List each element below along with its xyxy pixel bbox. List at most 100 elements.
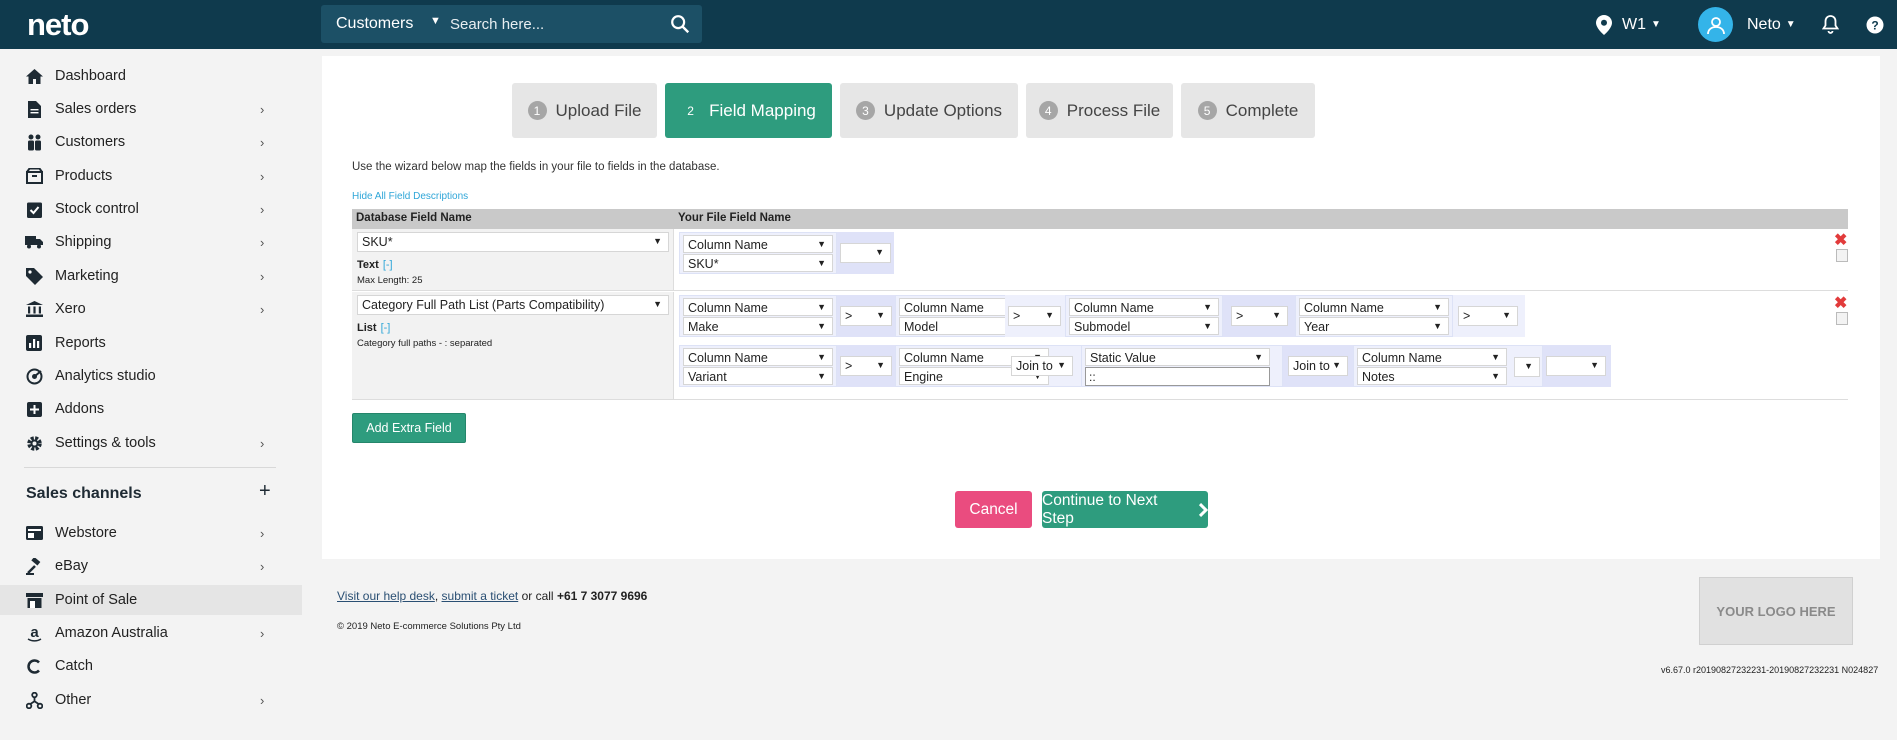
sidebar-item-label: Xero — [55, 301, 86, 317]
sidebar-item-ebay[interactable]: eBay › — [0, 551, 302, 581]
cancel-button[interactable]: Cancel — [955, 491, 1032, 528]
step-number: 2 — [687, 103, 694, 118]
submit-ticket-link[interactable]: submit a ticket — [442, 589, 519, 603]
sidebar-item-label: Sales orders — [55, 101, 137, 117]
column-group-make: Column Name ▼ Make ▼ — [679, 295, 837, 337]
database-field-cell: Category Full Path List (Parts Compatibi… — [352, 292, 674, 399]
copy-row-icon[interactable] — [1836, 312, 1848, 325]
separator-select[interactable]: > ▼ — [840, 306, 892, 326]
sidebar-item-catch[interactable]: Catch — [0, 651, 302, 681]
step-label: Update Options — [883, 100, 1003, 120]
separator-select[interactable]: ▼ — [840, 243, 891, 263]
step-update-options[interactable]: 3 Update Options — [840, 83, 1018, 138]
sidebar-item-label: Marketing — [55, 268, 119, 284]
join-select[interactable]: Join to ▼ — [1011, 356, 1073, 376]
delete-row-icon[interactable]: ✖ — [1834, 293, 1847, 313]
column-value-select[interactable]: Notes ▼ — [1357, 367, 1507, 385]
sidebar-item-xero[interactable]: Xero › — [0, 294, 302, 324]
sidebar-item-amazon-australia[interactable]: a Amazon Australia › — [0, 618, 302, 648]
step-label: Process File — [1066, 100, 1161, 120]
separator-group: ▼ — [1543, 345, 1611, 387]
search-icon[interactable] — [668, 13, 692, 35]
chevron-right-icon: › — [260, 435, 265, 451]
sidebar-item-label: Point of Sale — [55, 592, 138, 608]
sidebar-item-addons[interactable]: Addons — [0, 394, 302, 424]
help-desk-link[interactable]: Visit our help desk — [337, 589, 435, 603]
column-type-select[interactable]: Column Name▼ — [683, 298, 833, 316]
step-upload-file[interactable]: 1 Upload File — [512, 83, 657, 138]
neto-logo[interactable]: neto — [27, 7, 89, 43]
static-type-select[interactable]: Static Value ▼ — [1085, 348, 1270, 366]
step-number: 3 — [855, 101, 875, 120]
toggle-description-link[interactable]: [-] — [383, 259, 393, 271]
sidebar-item-analytics-studio[interactable]: Analytics studio — [0, 361, 302, 391]
sidebar-item-label: Catch — [55, 658, 93, 674]
static-value-input[interactable]: :: — [1085, 367, 1270, 386]
separator-select[interactable]: > ▼ — [840, 356, 892, 376]
sidebar-item-products[interactable]: Products › — [0, 161, 302, 191]
static-value-group: Static Value ▼ :: — [1081, 345, 1283, 387]
column-type-select[interactable]: Column Name▼ — [1069, 298, 1219, 316]
add-channel-plus-icon[interactable]: + — [259, 480, 271, 503]
hide-field-descriptions-link[interactable]: Hide All Field Descriptions — [352, 191, 468, 202]
sidebar-item-dashboard[interactable]: Dashboard — [0, 61, 302, 91]
database-field-select[interactable]: SKU* ▼ — [357, 232, 669, 252]
sidebar-item-point-of-sale[interactable]: Point of Sale — [0, 585, 302, 615]
chevron-down-icon[interactable]: ▼ — [430, 15, 441, 27]
location-selector[interactable]: W1 ▼ — [1596, 0, 1661, 49]
sidebar-item-other[interactable]: Other › — [0, 685, 302, 715]
sidebar-item-label: Dashboard — [55, 68, 126, 84]
sidebar-item-shipping[interactable]: Shipping › — [0, 227, 302, 257]
search-bar: Customers ▼ — [321, 5, 702, 43]
sidebar-item-webstore[interactable]: Webstore › — [0, 518, 302, 548]
database-field-select[interactable]: Category Full Path List (Parts Compatibi… — [357, 295, 669, 315]
user-menu[interactable]: Neto ▼ — [1698, 0, 1796, 49]
sidebar-item-marketing[interactable]: Marketing › — [0, 261, 302, 291]
step-process-file[interactable]: 4 Process File — [1026, 83, 1173, 138]
separator-select[interactable]: > ▼ — [1458, 306, 1518, 326]
notifications-button[interactable] — [1822, 0, 1839, 49]
footer-help: Visit our help desk, submit a ticket or … — [337, 589, 648, 603]
sidebar-item-settings-tools[interactable]: Settings & tools › — [0, 428, 302, 458]
help-button[interactable]: ? — [1866, 0, 1884, 49]
column-type-select[interactable]: Column Name▼ — [683, 348, 833, 366]
continue-next-step-button[interactable]: Continue to Next Step — [1042, 491, 1208, 528]
search-input[interactable] — [450, 9, 650, 39]
separator-select[interactable]: ▼ — [1514, 357, 1540, 377]
search-scope-select[interactable]: Customers — [336, 15, 413, 33]
column-type-select[interactable]: Column Name▼ — [1299, 298, 1449, 316]
chevron-right-icon: › — [260, 134, 265, 150]
column-value-select[interactable]: Variant ▼ — [683, 367, 833, 385]
bank-icon — [25, 300, 43, 318]
step-complete[interactable]: 5 Complete — [1181, 83, 1315, 138]
copy-row-icon[interactable] — [1836, 249, 1848, 262]
column-value-select[interactable]: Make ▼ — [683, 317, 833, 335]
delete-row-icon[interactable]: ✖ — [1834, 230, 1847, 250]
step-label: Upload File — [555, 100, 642, 120]
field-mapping-table: Database Field Name Your File Field Name… — [352, 209, 1848, 400]
sidebar-item-stock-control[interactable]: Stock control › — [0, 194, 302, 224]
box-icon — [25, 167, 43, 185]
column-type-select[interactable]: Column Name▼ — [1357, 348, 1507, 366]
step-field-mapping[interactable]: 2 Field Mapping — [665, 83, 832, 138]
add-extra-field-button[interactable]: Add Extra Field — [352, 413, 466, 443]
sidebar: Dashboard Sales orders › Customers › Pro… — [0, 49, 302, 740]
column-value-select[interactable]: Year ▼ — [1299, 317, 1449, 335]
truck-icon — [25, 233, 43, 251]
sidebar-item-reports[interactable]: Reports — [0, 328, 302, 358]
separator-select[interactable]: > ▼ — [1231, 306, 1288, 326]
chevron-right-icon: › — [260, 234, 265, 250]
column-group-variant: Column Name ▼ Variant ▼ — [679, 345, 837, 387]
join-select[interactable]: Join to ▼ — [1288, 356, 1348, 376]
column-value-select[interactable]: SKU* ▼ — [683, 254, 833, 272]
map-pin-icon — [1596, 14, 1612, 35]
column-value-select[interactable]: Submodel ▼ — [1069, 317, 1219, 335]
separator-select[interactable]: > ▼ — [1008, 306, 1061, 326]
field-description: Max Length: 25 — [357, 275, 423, 286]
bell-icon — [1822, 15, 1839, 34]
toggle-description-link[interactable]: [-] — [381, 322, 391, 334]
column-type-select[interactable]: Column Name▼ — [683, 235, 833, 253]
separator-select[interactable]: ▼ — [1546, 356, 1606, 376]
sidebar-item-customers[interactable]: Customers › — [0, 127, 302, 157]
sidebar-item-sales-orders[interactable]: Sales orders › — [0, 94, 302, 124]
